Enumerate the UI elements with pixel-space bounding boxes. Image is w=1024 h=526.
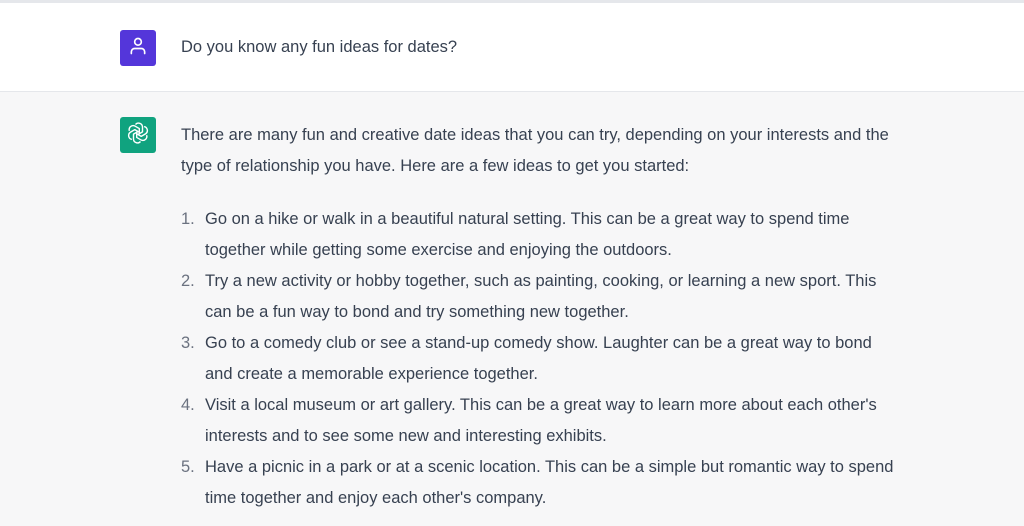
user-icon: [128, 36, 148, 61]
list-item: 4. Visit a local museum or art gallery. …: [181, 390, 901, 452]
list-item: 1. Go on a hike or walk in a beautiful n…: [181, 204, 901, 266]
list-item: 3. Go to a comedy club or see a stand-up…: [181, 328, 901, 390]
user-message-text: Do you know any fun ideas for dates?: [181, 38, 458, 56]
assistant-message: There are many fun and creative date ide…: [181, 120, 901, 514]
assistant-message-row: There are many fun and creative date ide…: [0, 92, 1024, 526]
list-item-number: 1.: [181, 210, 195, 228]
list-item-text: Try a new activity or hobby together, su…: [205, 272, 877, 321]
list-item-number: 2.: [181, 272, 195, 290]
list-item-number: 3.: [181, 334, 195, 352]
list-item: 2. Try a new activity or hobby together,…: [181, 266, 901, 328]
assistant-avatar: [120, 117, 156, 153]
list-item-text: Go on a hike or walk in a beautiful natu…: [205, 210, 850, 259]
user-avatar: [120, 30, 156, 66]
list-item-number: 4.: [181, 396, 195, 414]
openai-logo-icon: [126, 121, 150, 150]
list-item-number: 5.: [181, 458, 195, 476]
assistant-intro: There are many fun and creative date ide…: [181, 126, 889, 175]
ideas-list: 1. Go on a hike or walk in a beautiful n…: [181, 204, 901, 514]
list-item-text: Go to a comedy club or see a stand-up co…: [205, 334, 872, 383]
list-item: 5. Have a picnic in a park or at a sceni…: [181, 452, 901, 514]
user-message-row: Do you know any fun ideas for dates?: [0, 3, 1024, 92]
list-item-text: Visit a local museum or art gallery. Thi…: [205, 396, 877, 445]
list-item-text: Have a picnic in a park or at a scenic l…: [205, 458, 894, 507]
